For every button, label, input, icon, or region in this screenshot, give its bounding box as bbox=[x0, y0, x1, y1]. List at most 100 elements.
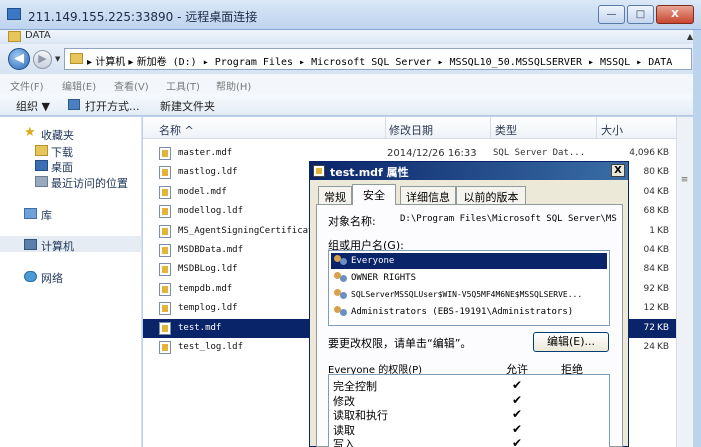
network-icon bbox=[24, 271, 37, 282]
window-frame bbox=[693, 30, 701, 447]
dialog-close-button[interactable]: X bbox=[611, 164, 625, 177]
user-name: SQLServerMSSQLUser$WIN-V5Q5MF4M6NE$MSSQL… bbox=[351, 290, 583, 299]
sidebar-item-recent[interactable]: 最近访问的位置 bbox=[51, 175, 128, 191]
minimize-button[interactable]: — bbox=[598, 5, 625, 24]
sidebar-item-desktop[interactable]: 桌面 bbox=[51, 159, 73, 175]
file-size-unit: KB bbox=[657, 187, 670, 197]
column-name[interactable]: 名称 ^ bbox=[159, 122, 194, 138]
sidebar-item-computer[interactable]: 计算机 bbox=[41, 238, 74, 254]
vertical-scrollbar[interactable] bbox=[676, 117, 693, 447]
menu-tools[interactable]: 工具(T) bbox=[166, 78, 200, 93]
column-divider[interactable] bbox=[596, 117, 597, 139]
file-size-unit: KB bbox=[657, 303, 670, 313]
file-name: model.mdf bbox=[178, 187, 227, 197]
sidebar-item-network[interactable]: 网络 bbox=[41, 270, 63, 286]
back-button[interactable]: ◀ bbox=[8, 48, 30, 70]
folder-icon bbox=[8, 31, 21, 42]
address-bar[interactable]: ▸ 计算机 ▸ 新加卷 (D:) ▸ Program Files ▸ Micro… bbox=[64, 48, 692, 70]
file-icon bbox=[159, 302, 171, 315]
object-name-value: D:\Program Files\Microsoft SQL Server\MS bbox=[400, 214, 617, 224]
address-path-root[interactable]: ▸ 计算机 ▸ bbox=[87, 57, 137, 68]
folder-icon bbox=[70, 53, 83, 64]
user-administrators[interactable]: Administrators (EBS-19191\Administrators… bbox=[331, 304, 607, 320]
file-icon bbox=[159, 283, 171, 296]
explorer-window-title: DATA bbox=[25, 30, 51, 41]
column-divider[interactable] bbox=[385, 117, 386, 139]
user-group-icon bbox=[334, 289, 348, 300]
user-sqlserver[interactable]: SQLServerMSSQLUser$WIN-V5Q5MF4M6NE$MSSQL… bbox=[331, 287, 607, 303]
file-name: MS_AgentSigningCertificat bbox=[178, 226, 314, 236]
file-icon bbox=[159, 147, 171, 160]
change-permissions-hint: 要更改权限，请单击“编辑”。 bbox=[328, 337, 472, 350]
user-name: Administrators (EBS-19191\Administrators… bbox=[351, 307, 574, 317]
file-icon bbox=[159, 341, 171, 354]
file-icon bbox=[159, 186, 171, 199]
file-size-unit: KB bbox=[657, 167, 670, 177]
forward-button[interactable]: ▶ bbox=[33, 50, 52, 69]
allow-checkmark-icon: ✔ bbox=[512, 436, 523, 447]
allow-checkmark-icon: ✔ bbox=[512, 393, 523, 407]
permission-name: 修改 bbox=[333, 395, 355, 408]
file-name: mastlog.ldf bbox=[178, 167, 238, 177]
permissions-list: 完全控制 ✔ 修改 ✔ 读取和执行 ✔ 读取 ✔ 写入 ✔ bbox=[328, 374, 610, 447]
edit-button[interactable]: 编辑(E)... bbox=[533, 332, 609, 352]
remote-desktop-icon bbox=[7, 8, 21, 20]
tab-details[interactable]: 详细信息 bbox=[400, 186, 456, 204]
file-size-unit: KB bbox=[657, 284, 670, 294]
scrollbar-grip-icon[interactable]: ≡ bbox=[678, 170, 691, 192]
computer-icon bbox=[24, 239, 37, 250]
file-icon bbox=[159, 205, 171, 218]
file-size-unit: KB bbox=[657, 264, 670, 274]
close-button[interactable]: X bbox=[656, 5, 694, 24]
recent-pages-dropdown-icon[interactable]: ▼ bbox=[55, 55, 60, 63]
file-size-unit: KB bbox=[657, 245, 670, 255]
menu-file[interactable]: 文件(F) bbox=[10, 78, 44, 93]
file-name: tempdb.mdf bbox=[178, 284, 233, 294]
file-size-unit: KB bbox=[657, 323, 670, 333]
menu-edit[interactable]: 编辑(E) bbox=[62, 78, 96, 93]
open-with-icon bbox=[68, 99, 80, 110]
file-name: templog.ldf bbox=[178, 303, 238, 313]
tab-security[interactable]: 安全 bbox=[352, 184, 396, 205]
properties-dialog: test.mdf 属性 X 常规 安全 详细信息 以前的版本 对象名称: D:\… bbox=[309, 161, 629, 447]
dialog-titlebar: test.mdf 属性 bbox=[310, 162, 628, 180]
file-icon bbox=[159, 225, 171, 238]
user-group-icon bbox=[334, 306, 348, 317]
file-name: modellog.ldf bbox=[178, 206, 244, 216]
file-name: test.mdf bbox=[178, 323, 222, 333]
file-name: test_log.ldf bbox=[178, 342, 244, 352]
file-icon bbox=[159, 322, 171, 335]
new-folder-button[interactable]: 新建文件夹 bbox=[160, 98, 215, 114]
organize-button[interactable]: 组织 ▼ bbox=[16, 98, 50, 114]
maximize-button[interactable]: □ bbox=[627, 5, 654, 24]
sidebar-item-libraries[interactable]: 库 bbox=[41, 207, 52, 223]
column-size[interactable]: 大小 bbox=[601, 122, 623, 138]
permission-name: 读取 bbox=[333, 424, 355, 437]
user-everyone[interactable]: Everyone bbox=[331, 253, 607, 269]
user-group-icon bbox=[334, 272, 348, 283]
menu-view[interactable]: 查看(V) bbox=[114, 78, 149, 93]
tab-general[interactable]: 常规 bbox=[318, 186, 352, 204]
file-name: MSDBData.mdf bbox=[178, 245, 244, 255]
tab-previous-versions[interactable]: 以前的版本 bbox=[456, 186, 526, 204]
dialog-title: test.mdf 属性 bbox=[330, 166, 409, 179]
users-list[interactable]: Everyone OWNER RIGHTS SQLServerMSSQLUser… bbox=[328, 250, 610, 326]
menu-bar: 文件(F) 编辑(E) 查看(V) 工具(T) 帮助(H) bbox=[0, 74, 701, 94]
open-with-button[interactable]: 打开方式... bbox=[85, 98, 140, 114]
sidebar-item-favorites[interactable]: 收藏夹 bbox=[41, 127, 74, 143]
file-type: SQL Server Dat... bbox=[493, 148, 586, 158]
explorer-titlebar: DATA bbox=[0, 30, 701, 44]
permission-name: 读取和执行 bbox=[333, 409, 388, 422]
file-size-unit: KB bbox=[657, 226, 670, 236]
column-modified[interactable]: 修改日期 bbox=[389, 122, 433, 138]
column-type[interactable]: 类型 bbox=[495, 122, 517, 138]
star-icon: ★ bbox=[24, 125, 36, 140]
user-owner-rights[interactable]: OWNER RIGHTS bbox=[331, 270, 607, 286]
menu-help[interactable]: 帮助(H) bbox=[216, 78, 251, 93]
user-group-icon bbox=[334, 255, 348, 266]
sidebar-item-downloads[interactable]: 下载 bbox=[51, 144, 73, 160]
permission-name: 完全控制 bbox=[333, 380, 377, 393]
allow-checkmark-icon: ✔ bbox=[512, 422, 523, 436]
address-path[interactable]: 新加卷 (D:) ▸ Program Files ▸ Microsoft SQL… bbox=[137, 57, 673, 68]
column-divider[interactable] bbox=[490, 117, 491, 139]
